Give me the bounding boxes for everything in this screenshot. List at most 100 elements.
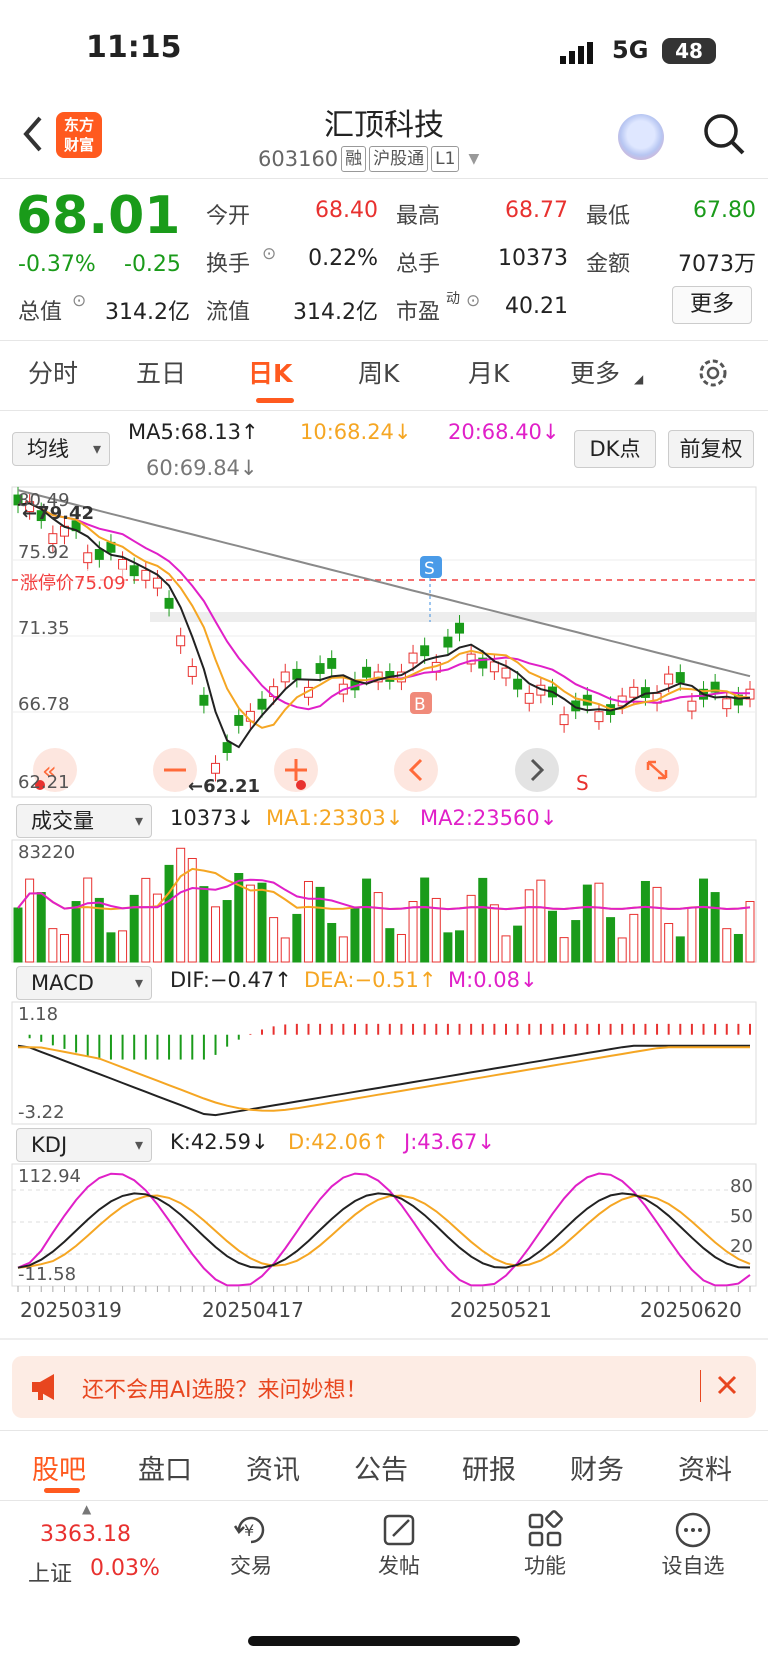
volume-bar [129,894,139,963]
post-button[interactable]: 发帖 [354,1510,444,1580]
close-icon[interactable] [712,1370,742,1400]
tab-forum[interactable]: 股吧 [32,1448,86,1487]
index-name[interactable]: 上证 [28,1556,72,1588]
post-label: 发帖 [378,1554,420,1578]
bottom-tab-indicator [44,1488,80,1493]
volume-bar [13,907,23,963]
ai-assistant-avatar[interactable] [618,114,664,160]
macd-histogram [28,1023,751,1060]
more-button[interactable]: 更多 [672,286,752,324]
ai-banner[interactable]: 还不会用AI选股？来问妙想！ [12,1356,756,1418]
pe-label: 市盈 [396,300,441,325]
tab-finance[interactable]: 财务 [570,1448,624,1487]
trade-button[interactable]: ¥ 交易 [206,1510,296,1580]
candle-body [141,569,151,581]
high-value: 68.77 [505,198,568,223]
grid-icon [528,1510,563,1547]
candle-body [199,694,209,706]
macd-m: M:0.08↓ [448,968,538,992]
volume-bars [13,847,755,963]
dk-point-button[interactable]: DK点 [574,430,656,468]
kline-chart-area[interactable]: S B « S [0,480,768,1340]
open-label: 今开 [206,204,251,229]
kdj-k: K:42.59↓ [170,1130,269,1154]
date-label-1: 20250319 [20,1298,122,1322]
volume-y-label: 83220 [18,842,76,863]
high-label: 最高 [396,204,441,229]
candle-body [211,762,221,774]
volume-bar [303,880,313,963]
search-icon[interactable] [702,112,746,156]
info-icon[interactable]: ⊙ [72,291,86,311]
tab-research[interactable]: 研报 [462,1448,516,1487]
info-icon[interactable]: ⊙ [466,291,480,311]
kdj-level-50: 50 [730,1206,753,1227]
trade-icon: ¥ [233,1516,265,1544]
candle-body [118,559,128,570]
kdj-y-top: 112.94 [18,1166,81,1187]
info-icon[interactable]: ⊙ [262,244,276,264]
candle-body [408,652,418,664]
tab-market[interactable]: 盘口 [138,1448,192,1487]
tab-profile[interactable]: 资料 [678,1448,732,1487]
stock-subtitle: 603160 融 沪股通 L1 ▼ [258,146,479,172]
step-right-button [515,748,559,792]
index-value[interactable]: 3363.18 [40,1522,131,1547]
mktcap-value: 314.2亿 [105,300,190,325]
volume-bar [547,910,557,963]
tab-news[interactable]: 资讯 [246,1448,300,1487]
tab-weekly-k[interactable]: 周K [358,354,399,390]
volume-bar [571,920,581,963]
indicator-select-kdj[interactable]: KDJ [16,1128,152,1162]
volume-bar [48,928,58,963]
volume-bar [687,907,697,963]
tab-announcements[interactable]: 公告 [354,1448,408,1487]
indicator-select-ma[interactable]: 均线 [12,432,110,466]
active-tab-indicator [256,398,294,403]
index-percent[interactable]: 0.03% [90,1556,160,1581]
candle-body [83,552,93,564]
turnover-value: 0.22% [308,246,378,271]
candle-body [664,673,674,685]
date-ticks [17,1286,751,1292]
volume-bar [280,937,290,963]
candle-body [94,549,104,560]
candle-body [164,597,174,609]
volume-ma1-line [17,867,751,911]
indicator-select-volume[interactable]: 成交量 [16,804,152,838]
volume-bar [617,937,627,963]
tab-monthly-k[interactable]: 月K [468,354,509,390]
volume-bar [536,879,546,963]
edit-icon [383,1514,415,1546]
chevron-down-icon[interactable]: ▼ [468,151,479,167]
candle-body [513,678,523,690]
adjust-button[interactable]: 前复权 [668,430,754,468]
tab-more[interactable]: 更多 [570,354,620,390]
volume-value: 10373 [498,246,568,271]
macd-dea: DEA:−0.51↑ [304,968,437,992]
volume-label: 总手 [396,252,441,277]
pe-value: 40.21 [505,294,568,319]
dif-line [17,1044,750,1117]
tab-intraday[interactable]: 分时 [28,354,78,390]
pe-superscript: 动 [446,291,460,307]
ma10-value: 10:68.24↓ [300,420,412,444]
mktcap-label: 总值 [18,300,63,325]
volume-bar [176,847,186,963]
volume-bar [594,882,604,963]
open-value: 68.40 [315,198,378,223]
tab-daily-k[interactable]: 日K [248,354,292,390]
functions-button[interactable]: 功能 [500,1510,590,1580]
ma5-line [17,502,751,749]
watchlist-button[interactable]: 设自选 [648,1510,738,1580]
tab-five-day[interactable]: 五日 [136,354,186,390]
indicator-select-macd[interactable]: MACD [16,966,152,1000]
candle-body [222,742,232,753]
candle-body [629,686,639,698]
turnover-label: 换手 [206,252,251,277]
gear-icon[interactable] [696,356,730,390]
amount-label: 金额 [586,252,631,277]
volume-bar [664,923,674,963]
volume-bar [513,925,523,963]
ma60-line [17,489,751,678]
